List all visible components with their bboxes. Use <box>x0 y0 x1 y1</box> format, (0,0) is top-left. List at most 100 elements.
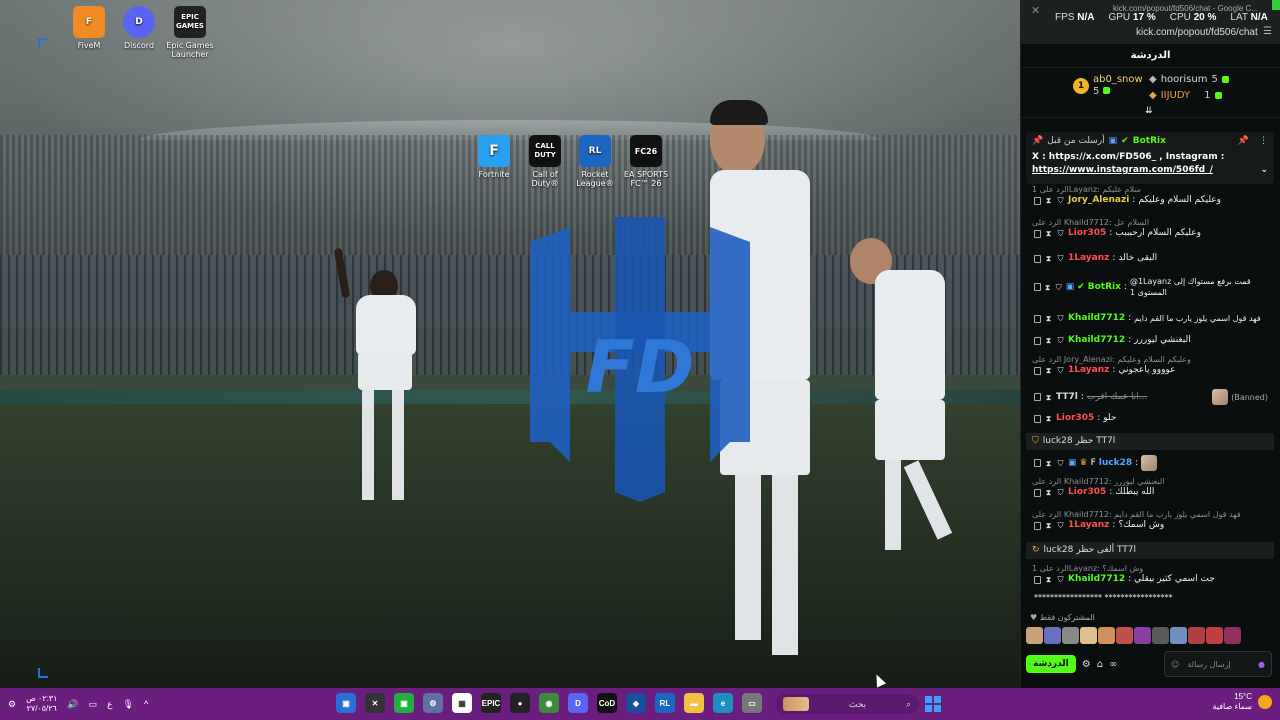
reply-reference[interactable]: الرد على 1Layanz: سلام عليكم <box>1026 184 1274 195</box>
delete-icon[interactable] <box>1034 196 1041 205</box>
taskbar-app-chrome-icon[interactable]: ◉ <box>539 693 559 713</box>
language-indicator[interactable]: ع <box>107 699 112 710</box>
taskbar-app-explorer-icon[interactable]: ▬ <box>684 693 704 713</box>
timeout-icon[interactable]: ⧗ <box>1044 366 1053 375</box>
chat-username[interactable]: Khaild7712 <box>1068 313 1125 324</box>
emoji-icon[interactable]: ☺ <box>1171 660 1179 669</box>
delete-icon[interactable] <box>1034 336 1041 345</box>
taskbar-app-cod-icon[interactable]: CoD <box>597 693 617 713</box>
subscriber-avatar[interactable] <box>1098 627 1115 644</box>
delete-icon[interactable] <box>1034 314 1041 323</box>
gear-icon[interactable]: ⚙ <box>1082 659 1091 670</box>
taskbar-app-obs-icon[interactable]: ● <box>510 693 530 713</box>
windows-start-icon[interactable] <box>925 696 941 712</box>
subscriber-avatar[interactable] <box>1170 627 1187 644</box>
link-icon[interactable]: ∞ <box>1109 659 1117 670</box>
scroll-down-icon[interactable]: ⇊ <box>1145 106 1153 116</box>
reply-reference[interactable]: الرد على Khaild7712: فهد قول اسمي يلوز ي… <box>1026 509 1274 520</box>
timeout-icon[interactable]: ⧗ <box>1044 283 1052 292</box>
close-icon[interactable]: ✕ <box>1031 4 1040 17</box>
subscriber-avatar[interactable] <box>1134 627 1151 644</box>
site-settings-icon[interactable]: ☰ <box>1263 26 1272 37</box>
reply-reference[interactable]: الرد على Khaild7712: البغنشي ليوررر <box>1026 476 1274 487</box>
discord-shortcut[interactable]: D Discord <box>114 6 164 50</box>
chat-username[interactable]: Lior305 <box>1056 413 1094 424</box>
delete-icon[interactable] <box>1034 575 1041 584</box>
microphone-icon[interactable]: 🎙 <box>123 699 134 710</box>
subscriber-avatar[interactable] <box>1026 627 1043 644</box>
speaker-icon[interactable]: 🔊 <box>67 699 78 710</box>
timeout-icon[interactable]: ⧗ <box>1044 459 1053 468</box>
timeout-icon[interactable]: ⧗ <box>1044 229 1053 238</box>
subscriber-avatar[interactable] <box>1044 627 1061 644</box>
call-of-duty-shortcut[interactable]: CALL DUTY Call of Duty® <box>520 135 570 188</box>
reply-reference[interactable]: الرد على 1Layanz: وش اسمك؟ <box>1026 563 1274 574</box>
taskbar-app-discord-icon[interactable]: D <box>568 693 588 713</box>
message-input[interactable]: ☺ إرسال رسالة ● <box>1164 651 1272 677</box>
unpin-icon[interactable]: 📌 <box>1238 136 1249 146</box>
more-options-icon[interactable]: ⋮ <box>1259 136 1268 146</box>
settings-icon[interactable]: ⚙ <box>8 699 16 710</box>
timeout-icon[interactable]: ⧗ <box>1044 414 1053 423</box>
chat-username[interactable]: 1Layanz <box>1068 253 1109 264</box>
chat-username[interactable]: TT7l <box>1056 392 1078 403</box>
subscriber-avatar[interactable] <box>1152 627 1169 644</box>
subscriber-avatar[interactable] <box>1224 627 1241 644</box>
epic-games-shortcut[interactable]: EPIC GAMES Epic Games Launcher <box>165 6 215 59</box>
address-bar[interactable]: kick.com/popout/fd506/chat <box>1136 27 1258 38</box>
weather-widget[interactable]: 15°C سماء صافية <box>1212 692 1272 712</box>
chat-username[interactable]: Jory_Alenazi <box>1068 195 1129 206</box>
leaderboard-item[interactable]: ◆ IIJUDY 1 <box>1149 90 1222 101</box>
delete-icon[interactable] <box>1034 459 1041 467</box>
chat-username[interactable]: luck28 <box>1099 458 1132 469</box>
taskbar-app-settings-icon[interactable]: ⚙ <box>423 693 443 713</box>
fortnite-shortcut[interactable]: F Fortnite <box>469 135 519 179</box>
ea-fc-shortcut[interactable]: FC26 EA SPORTS FC™ 26 <box>621 135 671 188</box>
taskbar-app-app-2-icon[interactable]: ✕ <box>365 693 385 713</box>
chevron-down-icon[interactable]: ⌄ <box>1260 164 1268 177</box>
delete-icon[interactable] <box>1034 488 1041 497</box>
chat-username[interactable]: BotRix <box>1088 282 1121 293</box>
chat-username[interactable]: Khaild7712 <box>1068 335 1125 346</box>
subscriber-avatar[interactable] <box>1116 627 1133 644</box>
subscriber-avatar[interactable] <box>1188 627 1205 644</box>
leaderboard-item[interactable]: 1 ab0_snow 5 <box>1073 74 1143 98</box>
reply-reference[interactable]: الرد على Jory_Alenazi: وعليكم السلام وعل… <box>1026 354 1274 365</box>
delete-icon[interactable] <box>1034 521 1041 530</box>
pinned-line-1[interactable]: X : https://x.com/FD506_ , Instagram : <box>1032 151 1268 164</box>
network-icon[interactable]: ▭ <box>89 699 98 710</box>
delete-icon[interactable] <box>1034 366 1041 375</box>
reply-reference[interactable]: الرد على Khaild7712: السلام عل <box>1026 217 1274 228</box>
subscriber-avatar[interactable] <box>1206 627 1223 644</box>
rocket-league-shortcut[interactable]: RL Rocket League® <box>570 135 620 188</box>
timeout-icon[interactable]: ⧗ <box>1044 521 1053 530</box>
timeout-icon[interactable]: ⧗ <box>1044 336 1053 345</box>
pinned-line-2[interactable]: https://www.instagram.com/506fd_/ <box>1032 164 1213 177</box>
delete-icon[interactable] <box>1034 393 1041 401</box>
taskbar-app-epic-icon[interactable]: EPIC <box>481 693 501 713</box>
timeout-icon[interactable]: ⧗ <box>1044 488 1053 497</box>
chat-username[interactable]: Lior305 <box>1068 228 1106 239</box>
subscriber-avatar[interactable] <box>1080 627 1097 644</box>
timeout-icon[interactable]: ⧗ <box>1044 575 1053 584</box>
timeout-icon[interactable]: ⧗ <box>1044 393 1053 402</box>
delete-icon[interactable] <box>1034 414 1041 423</box>
taskbar-app-store-icon[interactable]: ▦ <box>452 693 472 713</box>
taskbar-app-app-11-icon[interactable]: ◆ <box>626 693 646 713</box>
timeout-icon[interactable]: ⧗ <box>1044 196 1053 205</box>
chat-username[interactable]: 1Layanz <box>1068 365 1109 376</box>
taskbar-app-app-1-icon[interactable]: ▣ <box>336 693 356 713</box>
microphone-icon[interactable]: ● <box>1258 660 1265 669</box>
delete-icon[interactable] <box>1034 283 1041 291</box>
chevron-up-icon[interactable]: ^ <box>144 699 148 709</box>
timeout-icon[interactable]: ⧗ <box>1044 314 1053 323</box>
chat-username[interactable]: 1Layanz <box>1068 520 1109 531</box>
search-box[interactable]: بحث ⌕ <box>775 694 919 714</box>
clock[interactable]: ٠٢:٣١ ص ٢٧/٠٥/٢٦ <box>26 694 57 714</box>
delete-icon[interactable] <box>1034 254 1041 263</box>
taskbar-app-rocket-league-icon[interactable]: RL <box>655 693 675 713</box>
taskbar-app-app-15-icon[interactable]: ▭ <box>742 693 762 713</box>
gift-icon[interactable]: ⌂ <box>1097 659 1103 670</box>
fivem-shortcut[interactable]: F FiveM <box>64 6 114 50</box>
send-chat-button[interactable]: الدردشة <box>1026 655 1076 673</box>
